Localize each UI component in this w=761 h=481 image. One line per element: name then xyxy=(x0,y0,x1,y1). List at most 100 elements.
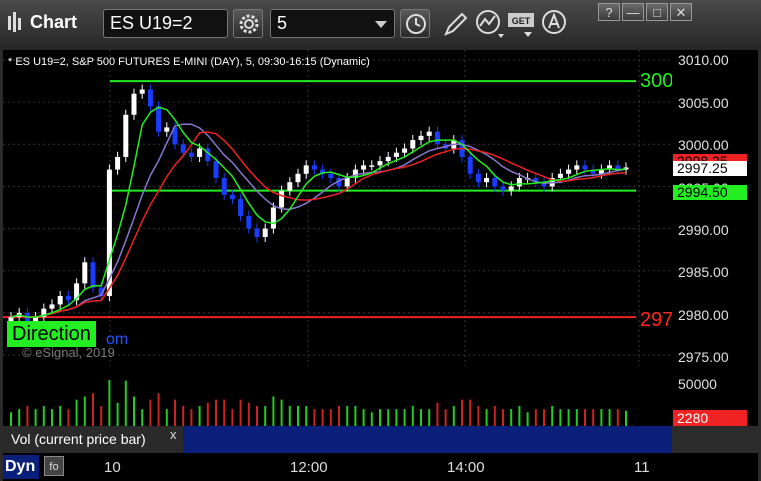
study-icon[interactable] xyxy=(474,8,506,40)
candle-body xyxy=(566,169,572,174)
clock-icon xyxy=(406,14,426,34)
candle-body xyxy=(115,156,121,170)
volume-bar xyxy=(133,396,135,426)
maximize-button[interactable]: □ xyxy=(646,3,668,21)
volume-bar xyxy=(92,393,94,426)
volume-bar xyxy=(26,405,29,426)
candle-body xyxy=(574,165,580,170)
volume-bar xyxy=(305,405,308,426)
candle-body xyxy=(197,148,203,157)
volume-bar xyxy=(116,402,119,426)
volume-bar xyxy=(428,409,431,426)
volume-bar xyxy=(543,409,545,426)
volume-bar xyxy=(51,409,53,426)
direction-link-fragment: om xyxy=(106,331,129,348)
candle-body xyxy=(90,262,96,288)
candle-body xyxy=(402,148,408,153)
symbol-description: * ES U19=2, S&P 500 FUTURES E-MINI (DAY)… xyxy=(8,56,370,68)
alert-icon[interactable] xyxy=(540,8,572,40)
candle-body xyxy=(295,173,301,183)
volume-bar xyxy=(321,409,324,426)
volume-bar xyxy=(149,399,152,426)
volume-bar xyxy=(75,399,78,426)
candle-body xyxy=(303,165,309,174)
volume-bar xyxy=(559,409,562,426)
symbol-input[interactable]: ES U19=2 xyxy=(103,9,228,38)
volume-bar xyxy=(239,399,242,426)
candle-body xyxy=(410,140,416,149)
volume-bar xyxy=(534,409,537,426)
volume-bar xyxy=(182,405,185,426)
volume-bar xyxy=(124,380,127,426)
minimize-button[interactable]: — xyxy=(622,3,644,21)
symbol-settings-button[interactable] xyxy=(233,9,263,38)
volume-chart[interactable] xyxy=(3,366,672,426)
get-data-icon[interactable]: GET xyxy=(506,8,538,40)
candle-body xyxy=(123,114,129,157)
volume-bar xyxy=(362,409,365,426)
volume-bar xyxy=(165,409,168,426)
time-axis[interactable]: 10 12:00 14:00 11 xyxy=(3,453,758,481)
volume-bar xyxy=(223,399,226,426)
volume-bar xyxy=(42,405,45,426)
volume-bar xyxy=(190,409,193,426)
candle-body xyxy=(508,186,514,191)
candle-body xyxy=(467,156,473,174)
symbol-value: ES U19=2 xyxy=(110,13,193,33)
candle-body xyxy=(344,178,350,187)
chevron-down-icon xyxy=(375,21,387,28)
gear-icon xyxy=(239,14,259,34)
candle-body xyxy=(369,165,375,167)
candle-body xyxy=(164,127,170,132)
time-settings-button[interactable] xyxy=(400,9,430,38)
volume-tick: 50000 xyxy=(678,376,717,392)
candle-body xyxy=(139,89,145,94)
volume-bar xyxy=(420,409,422,426)
volume-bar xyxy=(592,409,595,426)
close-button[interactable]: ✕ xyxy=(670,3,692,21)
volume-panel-label: Vol (current price bar) xyxy=(3,426,183,453)
volume-bar xyxy=(493,405,496,426)
candle-body xyxy=(131,93,137,115)
interval-select[interactable]: 5 xyxy=(270,9,395,38)
price-tick: 3010.00 xyxy=(678,52,729,68)
volume-bar xyxy=(444,409,447,426)
candle-body xyxy=(582,165,588,170)
candle-body xyxy=(492,178,498,187)
price-axis[interactable]: 3010.00 3005.00 3000.00 2995.00 2990.00 … xyxy=(672,50,758,366)
pencil-icon[interactable] xyxy=(440,8,472,40)
volume-bar xyxy=(485,409,488,426)
volume-bar xyxy=(346,405,349,426)
price-tick: 2980.00 xyxy=(678,307,729,323)
dynamic-mode-label[interactable]: Dyn xyxy=(3,455,39,479)
candle-body xyxy=(361,165,367,170)
price-tick: 3005.00 xyxy=(678,95,729,111)
candle-body xyxy=(229,194,235,200)
volume-close-icon[interactable]: x xyxy=(170,427,177,442)
candle-body xyxy=(254,228,260,237)
volume-bar xyxy=(10,412,12,426)
time-tick: 12:00 xyxy=(290,459,328,476)
volume-bar xyxy=(411,405,414,426)
price-chart[interactable] xyxy=(3,50,672,366)
esignal-watermark: © eSignal, 2019 xyxy=(22,345,115,360)
volume-bar xyxy=(600,409,603,426)
window-title: Chart xyxy=(30,12,78,32)
volume-bar xyxy=(387,409,390,426)
fo-icon[interactable]: fo xyxy=(44,456,64,476)
volume-bar xyxy=(313,409,316,426)
candle-body xyxy=(156,106,162,132)
candle-body xyxy=(49,304,55,309)
volume-bar xyxy=(461,399,463,426)
volume-bar xyxy=(338,405,340,426)
time-tick: 11 xyxy=(634,459,650,476)
interval-value: 5 xyxy=(277,13,288,33)
candle-body xyxy=(221,178,227,195)
candle-body xyxy=(385,156,391,162)
volume-bar xyxy=(18,409,21,426)
ma-green-line xyxy=(10,106,627,318)
price-tag-last: 2997.25 xyxy=(673,161,747,176)
volume-bar xyxy=(625,410,627,426)
help-button[interactable]: ? xyxy=(598,3,620,21)
volume-bar xyxy=(370,412,373,426)
